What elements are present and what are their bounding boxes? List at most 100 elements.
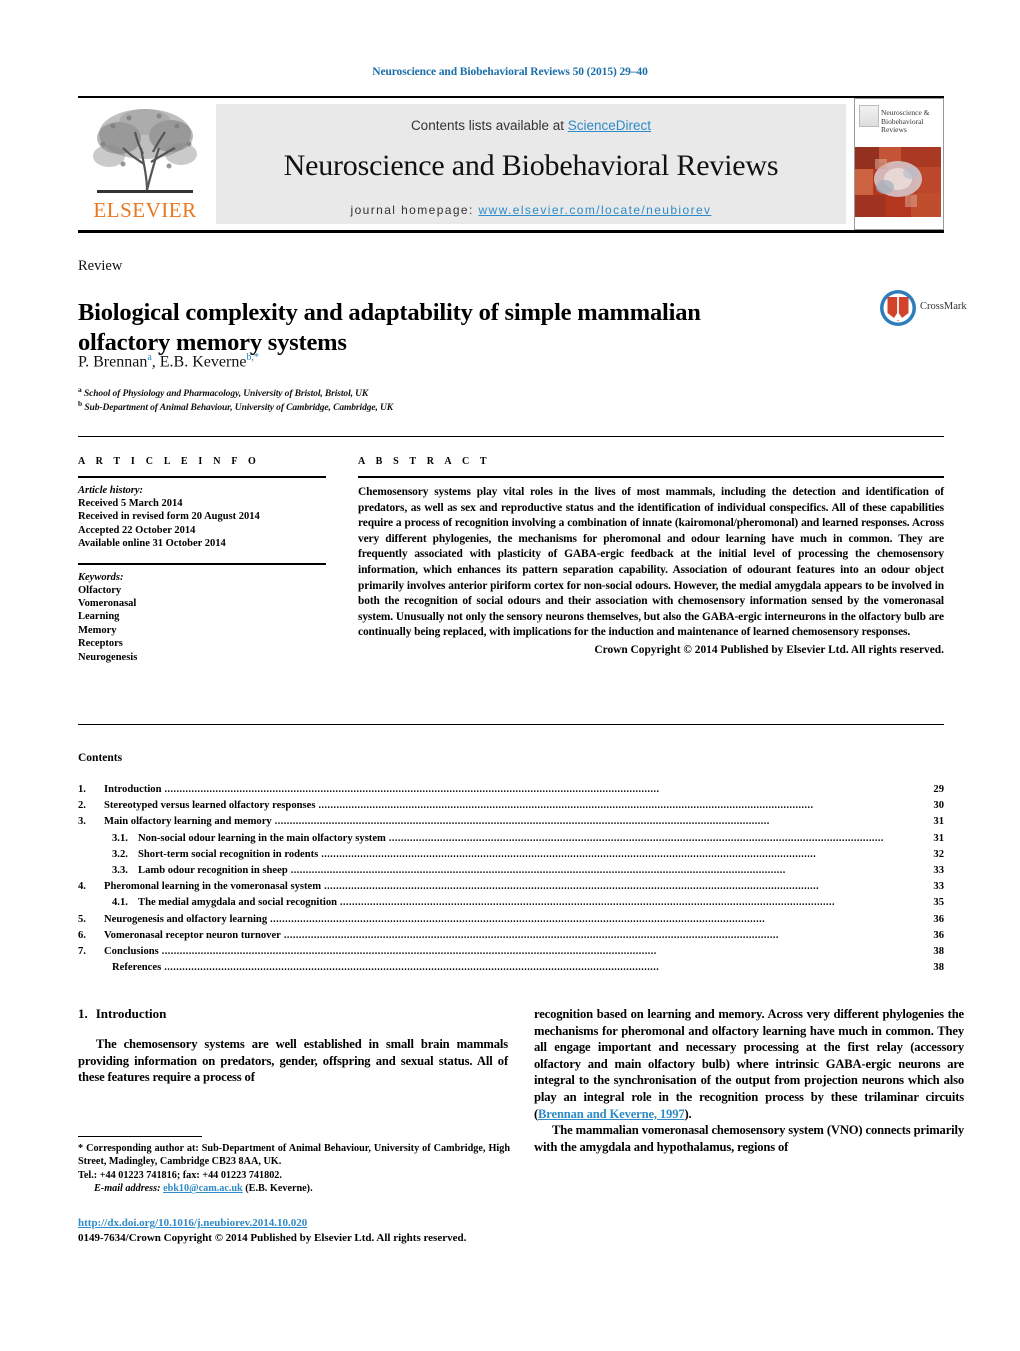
body-paragraph: The chemosensory systems are well establ… [78, 1037, 508, 1085]
article-info-divider [78, 476, 326, 478]
footnote-rule [78, 1136, 202, 1137]
cover-header: Neuroscience & Biobehavioral Reviews [855, 99, 943, 147]
citation-link[interactable]: Brennan and Keverne, 1997 [538, 1107, 685, 1121]
issn-copyright-line: 0149-7634/Crown Copyright © 2014 Publish… [78, 1231, 467, 1244]
contents-available-prefix: Contents lists available at [410, 118, 568, 133]
abstract-text: Chemosensory systems play vital roles in… [358, 486, 944, 639]
abstract-column: A B S T R A C T Chemosensory systems pla… [358, 456, 944, 656]
body-column-right: recognition based on learning and memory… [534, 1006, 964, 1155]
toc-page: 36 [933, 929, 944, 941]
author-name: P. Brennan [78, 353, 148, 371]
toc-entry[interactable]: 1. Introduction ........................… [78, 782, 944, 798]
article-history-item: Received in revised form 20 August 2014 [78, 511, 260, 523]
toc-entry[interactable]: 7. Conclusions .........................… [78, 944, 944, 960]
abstract-copyright: Crown Copyright © 2014 Published by Else… [594, 643, 944, 656]
toc-leader: ........................................… [324, 881, 820, 893]
email-owner: (E.B. Keverne). [245, 1183, 313, 1195]
toc-leader: ........................................… [290, 865, 786, 877]
abstract-divider [358, 476, 944, 478]
toc-entry[interactable]: 5. Neurogenesis and olfactory learning .… [78, 912, 944, 928]
abstract-section-bottom-rule [78, 724, 944, 725]
keyword-item: Olfactory [78, 584, 122, 596]
toc-number: 4.1. [112, 897, 128, 909]
toc-number: 5. [78, 913, 86, 925]
toc-label: The medial amygdala and social recogniti… [138, 897, 338, 909]
toc-label: Lamb odour recognition in sheep [138, 865, 288, 877]
toc-entry[interactable]: References .............................… [78, 960, 944, 976]
keyword-item: Memory [78, 624, 117, 636]
toc-label: Introduction [104, 784, 162, 795]
body-paragraph: The mammalian vomeronasal chemosensory s… [534, 1123, 964, 1154]
toc-leader: ........................................… [318, 800, 814, 812]
article-history-item: Received 5 March 2014 [78, 498, 183, 509]
author-affiliation-mark: a [147, 352, 152, 363]
body-text-part: recognition based on learning and memory… [534, 1007, 964, 1121]
affiliation-mark: a [78, 385, 82, 394]
body-paragraph: recognition based on learning and memory… [534, 1006, 964, 1122]
crossmark-icon [880, 290, 916, 326]
keyword-item: Vomeronasal [78, 598, 137, 610]
toc-entry[interactable]: 4. Pheromonal learning in the vomeronasa… [78, 879, 944, 895]
elsevier-tree-icon [93, 109, 197, 193]
email-address-label: E-mail address: [94, 1183, 161, 1195]
body-text-part: ). [684, 1106, 692, 1121]
journal-homepage-link[interactable]: www.elsevier.com/locate/neubiorev [478, 203, 711, 217]
article-info-column: A R T I C L E I N F O Article history: R… [78, 456, 326, 664]
author-affiliation-mark: b,* [246, 352, 259, 363]
toc-number: 3.3. [112, 865, 128, 877]
masthead-band: Contents lists available at ScienceDirec… [216, 104, 846, 224]
sciencedirect-link[interactable]: ScienceDirect [568, 118, 651, 133]
masthead-bottom-rule [78, 230, 944, 233]
journal-title: Neuroscience and Biobehavioral Reviews [283, 149, 779, 182]
toc-entry[interactable]: 4.1. The medial amygdala and social reco… [78, 895, 944, 911]
toc-leader: ........................................… [388, 832, 884, 844]
toc-entry[interactable]: 3.1. Non-social odour learning in the ma… [78, 831, 944, 847]
elsevier-wordmark: ELSEVIER [93, 198, 197, 222]
affiliation: b Sub-Department of Animal Behaviour, Un… [78, 399, 393, 413]
toc-page: 32 [933, 848, 944, 860]
doi-link[interactable]: http://dx.doi.org/10.1016/j.neubiorev.20… [78, 1217, 307, 1229]
section-number: 1. [78, 1006, 88, 1021]
cover-art-icon [855, 147, 941, 217]
toc-label: Main olfactory learning and memory [104, 816, 272, 828]
toc-entry[interactable]: 3.2. Short-term social recognition in ro… [78, 847, 944, 863]
cover-publisher-mark-icon [859, 105, 879, 127]
contents-available-line: Contents lists available at ScienceDirec… [216, 104, 846, 133]
toc-label: Neurogenesis and olfactory learning [104, 913, 268, 925]
email-link[interactable]: ebk10@cam.ac.uk [163, 1183, 243, 1194]
cover-artwork [855, 147, 943, 217]
toc-entry[interactable]: 3. Main olfactory learning and memory ..… [78, 814, 944, 830]
toc-leader: ........................................… [164, 962, 660, 974]
toc-page: 31 [933, 832, 944, 844]
toc-number: 7. [78, 946, 86, 958]
contact-phone: Tel.: +44 01223 741816; fax: +44 01223 7… [78, 1169, 282, 1181]
toc-entry[interactable]: 3.3. Lamb odour recognition in sheep ...… [78, 863, 944, 879]
toc-leader: ........................................… [321, 848, 817, 860]
toc-number: 1. [78, 784, 86, 795]
keywords-divider [78, 562, 326, 565]
toc-page: 30 [933, 800, 944, 812]
homepage-label: journal homepage: [350, 203, 474, 217]
toc-page: 35 [933, 897, 944, 909]
toc-number: 3.1. [112, 832, 128, 844]
toc-number: 2. [78, 800, 86, 812]
toc-entry[interactable]: 2. Stereotyped versus learned olfactory … [78, 798, 944, 814]
crossmark-badge[interactable]: CrossMark [878, 288, 967, 330]
masthead-top-rule [78, 96, 944, 98]
affiliation-text: School of Physiology and Pharmacology, U… [83, 389, 369, 400]
journal-homepage-line: journal homepage: www.elsevier.com/locat… [216, 203, 846, 217]
toc-page: 29 [933, 784, 944, 795]
keyword-item: Receptors [78, 638, 123, 650]
toc-number: 3. [78, 816, 86, 828]
toc-entry[interactable]: 6. Vomeronasal receptor neuron turnover … [78, 928, 944, 944]
table-of-contents: 1. Introduction ........................… [78, 782, 944, 976]
toc-number: 3.2. [112, 848, 128, 860]
page-title: Biological complexity and adaptability o… [78, 299, 701, 357]
section-heading-introduction: 1. Introduction [78, 1006, 508, 1022]
article-type: Review [78, 258, 123, 274]
crossmark-label: CrossMark [920, 301, 967, 312]
doi-block: http://dx.doi.org/10.1016/j.neubiorev.20… [78, 1216, 518, 1245]
keyword-item: Learning [78, 611, 120, 623]
toc-leader: ........................................… [161, 946, 657, 958]
toc-leader: ........................................… [283, 929, 779, 941]
